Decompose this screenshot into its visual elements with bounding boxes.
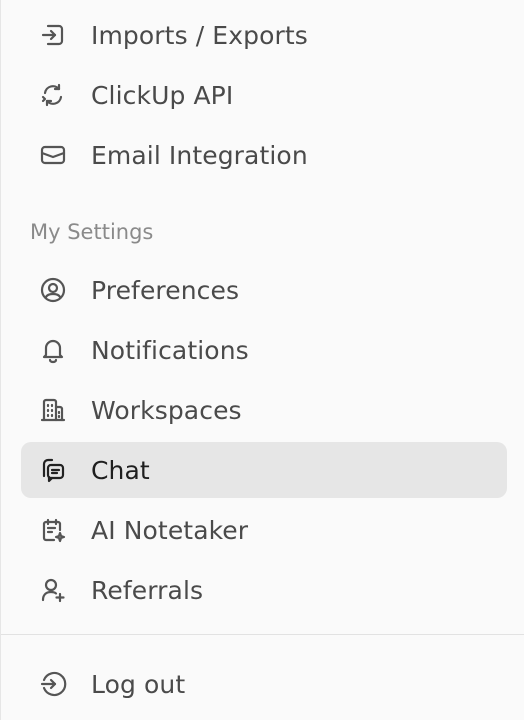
menu-item-label: Referrals <box>91 575 204 605</box>
menu-item-label: Workspaces <box>91 395 242 425</box>
menu-item-label: Notifications <box>91 335 249 365</box>
divider <box>1 634 524 635</box>
chat-icon <box>39 456 67 484</box>
menu-item-imports-exports[interactable]: Imports / Exports <box>21 7 507 63</box>
log-out-button[interactable]: Log out <box>21 656 507 712</box>
section-title-my-settings: My Settings <box>30 220 154 244</box>
log-out-label: Log out <box>91 669 186 699</box>
menu-item-referrals[interactable]: Referrals <box>21 562 507 618</box>
menu-item-label: Imports / Exports <box>91 20 308 50</box>
bell-icon <box>39 336 67 364</box>
import-export-icon <box>39 21 67 49</box>
building-icon <box>39 396 67 424</box>
menu-item-clickup-api[interactable]: ClickUp API <box>21 67 507 123</box>
user-plus-icon <box>39 576 67 604</box>
api-refresh-icon <box>39 81 67 109</box>
settings-sidebar: Imports / Exports ClickUp API Email Inte… <box>0 0 524 720</box>
user-circle-icon <box>39 276 67 304</box>
menu-item-ai-notetaker[interactable]: AI Notetaker <box>21 502 507 558</box>
menu-item-notifications[interactable]: Notifications <box>21 322 507 378</box>
email-icon <box>39 141 67 169</box>
menu-item-label: Preferences <box>91 275 240 305</box>
menu-item-label: Email Integration <box>91 140 308 170</box>
menu-item-workspaces[interactable]: Workspaces <box>21 382 507 438</box>
menu-item-preferences[interactable]: Preferences <box>21 262 507 318</box>
menu-item-email-integration[interactable]: Email Integration <box>21 127 507 183</box>
menu-item-chat[interactable]: Chat <box>21 442 507 498</box>
log-out-icon <box>39 670 67 698</box>
menu-item-label: Chat <box>91 455 150 485</box>
ai-notetaker-icon <box>39 516 67 544</box>
menu-item-label: AI Notetaker <box>91 515 249 545</box>
menu-item-label: ClickUp API <box>91 80 234 110</box>
